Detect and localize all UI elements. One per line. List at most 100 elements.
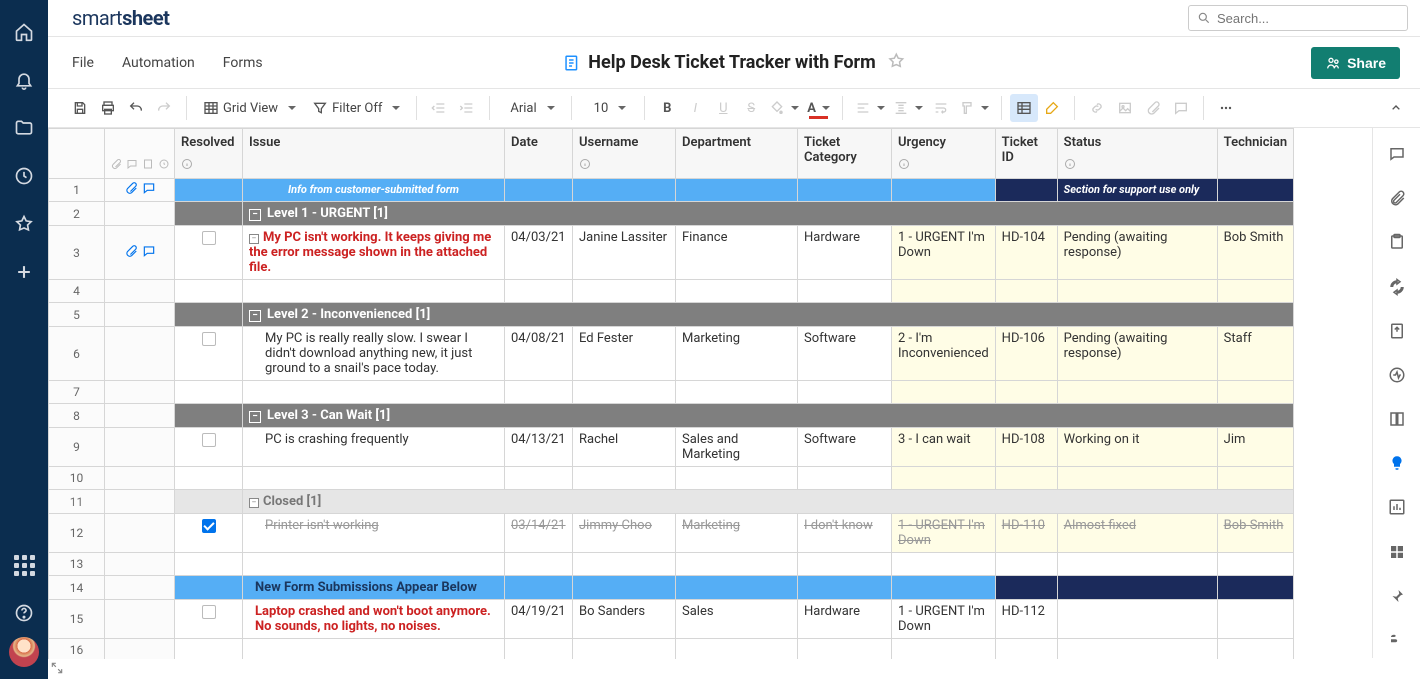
- tb-format-icon[interactable]: [955, 94, 993, 122]
- panel-activity-log-icon[interactable]: [1373, 357, 1420, 393]
- collapse-toggle[interactable]: −: [249, 411, 261, 423]
- share-button[interactable]: Share: [1311, 47, 1400, 79]
- col-username[interactable]: Username: [573, 129, 676, 179]
- tb-view-switcher[interactable]: Grid View: [195, 94, 304, 122]
- menu-automation[interactable]: Automation: [122, 55, 195, 71]
- table-row[interactable]: 12 Printer isn't working 03/14/21Jimmy C…: [49, 514, 1294, 553]
- resolved-checkbox[interactable]: [202, 231, 216, 245]
- col-ticket-id[interactable]: Ticket ID: [995, 129, 1057, 179]
- table-row[interactable]: 9 PC is crashing frequently 04/13/21Rach…: [49, 428, 1294, 467]
- tb-wrap-icon[interactable]: [927, 94, 955, 122]
- col-urgency[interactable]: Urgency: [892, 129, 996, 179]
- tb-more-icon[interactable]: [1212, 94, 1240, 122]
- info-icon[interactable]: [1064, 158, 1076, 174]
- table-row[interactable]: 7: [49, 381, 1294, 404]
- table-row[interactable]: 10: [49, 467, 1294, 490]
- table-row[interactable]: 13: [49, 553, 1294, 576]
- resolved-checkbox[interactable]: [202, 605, 216, 619]
- tb-text-color-icon[interactable]: A: [803, 94, 834, 122]
- panel-tips-icon[interactable]: [1373, 445, 1420, 481]
- row-attachment-icon[interactable]: [124, 181, 138, 195]
- nav-notifications[interactable]: [0, 56, 48, 104]
- row-comment-icon[interactable]: [142, 181, 156, 195]
- tb-underline-icon[interactable]: U: [709, 94, 737, 122]
- panel-pin-icon[interactable]: [1373, 578, 1420, 614]
- grid-container[interactable]: Resolved Issue Date Username Department …: [48, 128, 1372, 659]
- group-header-level1[interactable]: 2 −Level 1 - URGENT [1]: [49, 202, 1294, 226]
- favorite-toggle[interactable]: [888, 52, 906, 74]
- panel-brandfolder-icon[interactable]: [1373, 622, 1420, 658]
- panel-attachments-icon[interactable]: [1373, 180, 1420, 216]
- row-collapse-toggle[interactable]: −: [249, 234, 259, 244]
- nav-recents[interactable]: [0, 152, 48, 200]
- nav-create[interactable]: [0, 248, 48, 296]
- table-row[interactable]: 15 Laptop crashed and won't boot anymore…: [49, 600, 1294, 639]
- tb-bold-icon[interactable]: B: [653, 94, 681, 122]
- tb-print-icon[interactable]: [94, 94, 122, 122]
- nav-help[interactable]: [0, 589, 48, 637]
- expand-fullscreen-icon[interactable]: [50, 661, 66, 677]
- resolved-checkbox[interactable]: [202, 519, 216, 533]
- section-header-row[interactable]: 14 New Form Submissions Appear Below: [49, 576, 1294, 600]
- panel-proofs-icon[interactable]: [1373, 224, 1420, 260]
- panel-conversations-icon[interactable]: [1373, 136, 1420, 172]
- menu-file[interactable]: File: [72, 55, 94, 71]
- col-category[interactable]: Ticket Category: [798, 129, 892, 179]
- col-status[interactable]: Status: [1057, 129, 1217, 179]
- panel-chart-icon[interactable]: [1373, 489, 1420, 525]
- info-icon[interactable]: [898, 158, 910, 174]
- group-header-level3[interactable]: 8 −Level 3 - Can Wait [1]: [49, 404, 1294, 428]
- table-row[interactable]: 3 −My PC isn't working. It keeps giving …: [49, 226, 1294, 280]
- info-icon[interactable]: [181, 158, 193, 174]
- tb-align-v-icon[interactable]: [889, 94, 927, 122]
- tb-save-icon[interactable]: [66, 94, 94, 122]
- panel-publish-icon[interactable]: [1373, 313, 1420, 349]
- resolved-checkbox[interactable]: [202, 332, 216, 346]
- tb-link-icon[interactable]: [1083, 94, 1111, 122]
- table-row[interactable]: 4: [49, 280, 1294, 303]
- tb-align-h-icon[interactable]: [851, 94, 889, 122]
- row-icons-header[interactable]: [105, 129, 175, 179]
- search-input[interactable]: [1217, 11, 1399, 26]
- tb-filter[interactable]: Filter Off: [304, 94, 408, 122]
- col-resolved[interactable]: Resolved: [175, 129, 243, 179]
- col-department[interactable]: Department: [676, 129, 798, 179]
- resolved-checkbox[interactable]: [202, 433, 216, 447]
- global-search[interactable]: [1188, 5, 1408, 31]
- collapse-toggle[interactable]: −: [249, 209, 261, 221]
- menu-forms[interactable]: Forms: [223, 55, 263, 71]
- tb-font-family[interactable]: Arial: [498, 94, 562, 122]
- user-avatar[interactable]: [9, 637, 39, 667]
- col-technician[interactable]: Technician: [1217, 129, 1293, 179]
- tb-strike-icon[interactable]: S: [737, 94, 765, 122]
- collapse-toggle[interactable]: −: [249, 310, 261, 322]
- tb-image-icon[interactable]: [1111, 94, 1139, 122]
- row-attachment-icon[interactable]: [124, 244, 138, 258]
- tb-collapse-toolbar-icon[interactable]: [1382, 94, 1410, 122]
- info-icon[interactable]: [579, 158, 591, 174]
- nav-home[interactable]: [0, 8, 48, 56]
- panel-workapps-icon[interactable]: [1373, 534, 1420, 570]
- tb-conditional-format-icon[interactable]: [1010, 94, 1038, 122]
- nav-apps-launcher[interactable]: [0, 541, 48, 589]
- panel-summary-icon[interactable]: [1373, 401, 1420, 437]
- tb-highlight-changes-icon[interactable]: [1038, 94, 1066, 122]
- nav-favorites[interactable]: [0, 200, 48, 248]
- table-row[interactable]: 6 My PC is really really slow. I swear I…: [49, 327, 1294, 381]
- panel-update-requests-icon[interactable]: [1373, 269, 1420, 305]
- nav-browse[interactable]: [0, 104, 48, 152]
- table-row[interactable]: 16: [49, 639, 1294, 660]
- tb-comment-icon[interactable]: [1167, 94, 1195, 122]
- tb-font-size[interactable]: 10: [580, 94, 637, 122]
- col-date[interactable]: Date: [505, 129, 573, 179]
- col-issue[interactable]: Issue: [243, 129, 505, 179]
- group-header-closed[interactable]: 11 −Closed [1]: [49, 490, 1294, 514]
- section-header-row[interactable]: 1 Info from customer-submitted form Sect…: [49, 179, 1294, 202]
- row-number-header[interactable]: [49, 129, 105, 179]
- row-comment-icon[interactable]: [142, 244, 156, 258]
- tb-italic-icon[interactable]: I: [681, 94, 709, 122]
- tb-attachment-icon[interactable]: [1139, 94, 1167, 122]
- collapse-toggle[interactable]: −: [249, 498, 259, 508]
- tb-undo-icon[interactable]: [122, 94, 150, 122]
- tb-fill-color-icon[interactable]: [765, 94, 803, 122]
